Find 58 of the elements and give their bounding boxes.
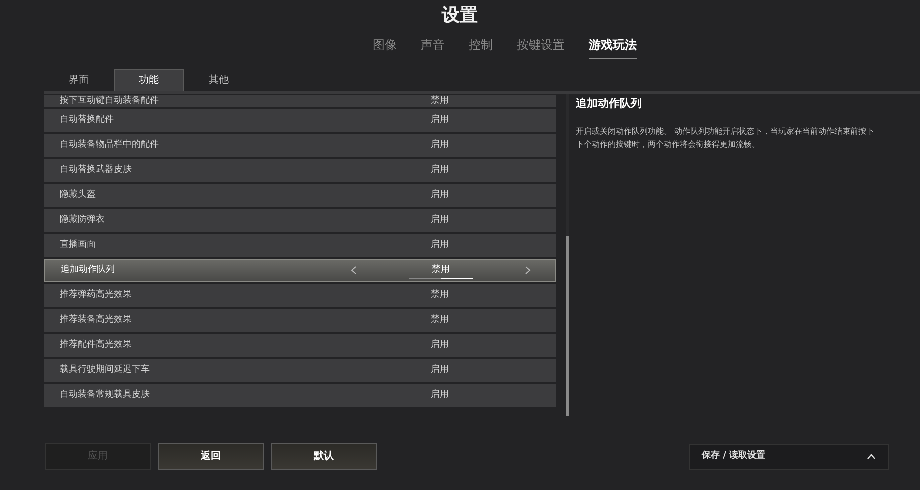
page-title: 设置 — [442, 4, 478, 28]
setting-name: 直播画面 — [60, 241, 97, 250]
setting-row[interactable]: 自动装备常规载具皮肤 启用 — [44, 384, 556, 407]
setting-value: 启用 — [431, 216, 449, 225]
setting-name: 隐藏防弹衣 — [60, 216, 106, 225]
save-load-dropdown[interactable]: 保存 / 读取设置 — [689, 444, 889, 470]
chevron-right-icon[interactable] — [525, 266, 531, 275]
chevron-left-icon[interactable] — [351, 266, 357, 275]
setting-row[interactable]: 按下互动键自动装备配件 禁用 — [44, 95, 556, 107]
setting-value: 禁用 — [431, 316, 449, 325]
setting-value: 启用 — [431, 391, 449, 400]
top-tab[interactable]: 图像 — [373, 36, 397, 59]
setting-value: 启用 — [431, 141, 449, 150]
setting-name: 追加动作队列 — [61, 266, 116, 275]
setting-name: 推荐弹药高光效果 — [60, 291, 133, 300]
scrollbar-track[interactable] — [566, 94, 569, 416]
setting-value: 启用 — [431, 341, 449, 350]
detail-title: 追加动作队列 — [576, 96, 643, 112]
setting-row[interactable]: 直播画面 启用 — [44, 234, 556, 257]
setting-row[interactable]: 推荐弹药高光效果 禁用 — [44, 284, 556, 307]
setting-name: 自动替换武器皮肤 — [60, 166, 133, 175]
setting-value: 禁用 — [432, 266, 450, 275]
setting-name: 按下互动键自动装备配件 — [60, 96, 160, 106]
setting-value: 启用 — [431, 166, 449, 175]
setting-row[interactable]: 推荐装备高光效果 禁用 — [44, 309, 556, 332]
top-tab[interactable]: 游戏玩法 — [589, 36, 637, 59]
detail-description: 开启或关闭动作队列功能。 动作队列功能开启状态下，当玩家在当前动作结束前按下下个动作的按键时，两个动作将会衔接得更加流畅。 — [576, 126, 876, 150]
setting-name: 自动替换配件 — [60, 116, 115, 125]
setting-value: 禁用 — [431, 291, 449, 300]
setting-name: 推荐配件高光效果 — [60, 341, 133, 350]
setting-row[interactable]: 载具行驶期间延迟下车 启用 — [44, 359, 556, 382]
top-tab[interactable]: 按键设置 — [517, 36, 565, 59]
sub-tab[interactable]: 界面 — [44, 69, 114, 91]
setting-name: 自动装备常规载具皮肤 — [60, 391, 151, 400]
setting-name: 隐藏头盔 — [60, 191, 97, 200]
setting-row[interactable]: 隐藏防弹衣 启用 — [44, 209, 556, 232]
footer-button[interactable]: 返回 — [158, 443, 264, 470]
setting-row[interactable]: 隐藏头盔 启用 — [44, 184, 556, 207]
setting-row[interactable]: 自动替换配件 启用 — [44, 109, 556, 132]
setting-value: 启用 — [431, 116, 449, 125]
top-tab[interactable]: 控制 — [469, 36, 493, 59]
setting-value: 启用 — [431, 191, 449, 200]
option-indicator — [409, 278, 473, 279]
top-tab[interactable]: 声音 — [421, 36, 445, 59]
footer-button[interactable]: 默认 — [271, 443, 377, 470]
sub-tab[interactable]: 其他 — [184, 69, 254, 91]
setting-name: 推荐装备高光效果 — [60, 316, 133, 325]
chevron-icon — [867, 454, 876, 460]
setting-row[interactable]: 追加动作队列 禁用 — [44, 259, 556, 282]
setting-row[interactable]: 自动装备物品栏中的配件 启用 — [44, 134, 556, 157]
setting-name: 自动装备物品栏中的配件 — [60, 141, 160, 150]
setting-value: 启用 — [431, 366, 449, 375]
sub-tab[interactable]: 功能 — [114, 69, 184, 91]
setting-value: 启用 — [431, 241, 449, 250]
setting-row[interactable]: 推荐配件高光效果 启用 — [44, 334, 556, 357]
setting-row[interactable]: 自动替换武器皮肤 启用 — [44, 159, 556, 182]
setting-value: 禁用 — [431, 96, 449, 106]
setting-name: 载具行驶期间延迟下车 — [60, 366, 151, 375]
